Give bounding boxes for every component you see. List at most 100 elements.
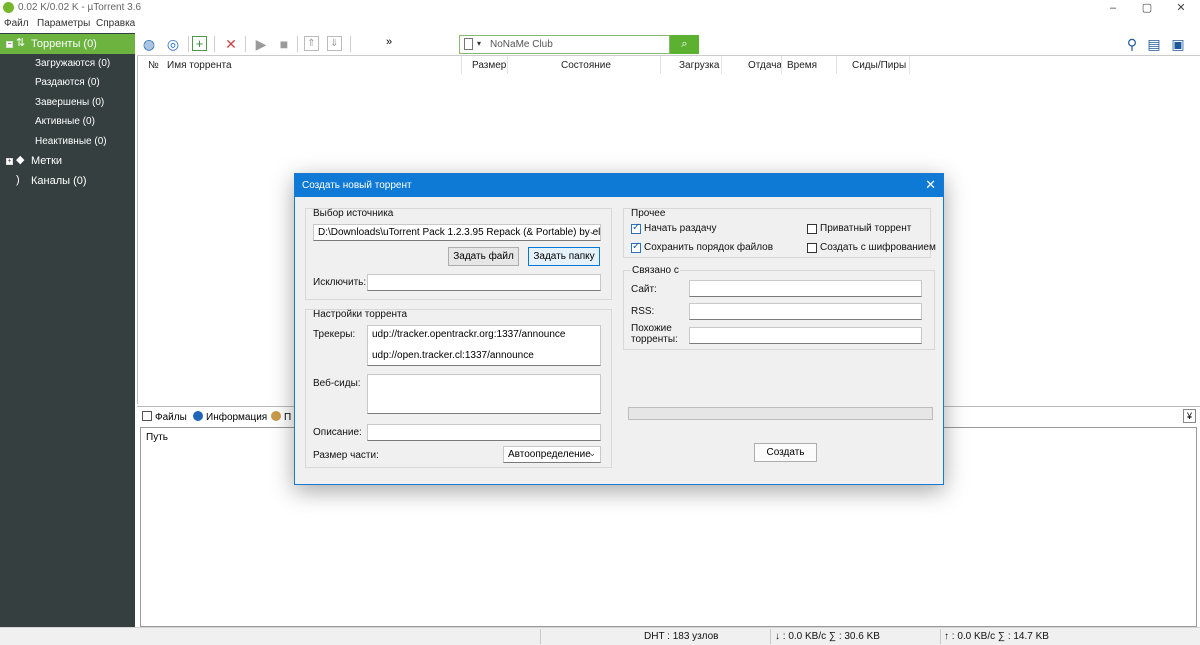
more-toolbar-icon[interactable]: » [380,33,398,51]
tab-files-label: Файлы [155,412,187,423]
collapse-panel-button[interactable]: ¥ [1183,409,1196,423]
column-path[interactable]: Путь [146,432,168,443]
site-field[interactable] [689,280,922,297]
column-download[interactable]: Загрузка [679,60,719,71]
tracker-line: udp://open.tracker.cl:1337/announce [372,350,534,361]
search-provider-icon[interactable] [464,38,473,50]
webseeds-field[interactable] [367,374,601,414]
dialog-title: Создать новый торрент [302,180,412,191]
dialog-close-button[interactable]: ✕ [925,177,936,193]
status-dht: DHT : 183 узлов [644,631,719,642]
column-eta[interactable]: Время [787,60,817,71]
toolbar-divider [214,36,215,52]
trackers-field[interactable]: udp://tracker.opentrackr.org:1337/announ… [367,325,601,366]
column-divider[interactable] [781,56,782,74]
encrypted-label[interactable]: Создать с шифрованием [820,242,936,253]
utorrent-logo-icon [3,2,14,13]
create-button[interactable]: Создать [754,443,817,462]
collapse-icon[interactable]: − [6,41,13,48]
menu-help[interactable]: Справка [96,18,135,29]
similar-field[interactable] [689,327,922,344]
similar-label-line2: торренты: [631,334,678,345]
sidebar-item-seeding[interactable]: Раздаются (0) [35,77,100,88]
private-torrent-checkbox[interactable] [807,224,817,234]
files-icon [142,411,152,421]
info-icon [193,411,203,421]
column-divider[interactable] [721,56,722,74]
tab-files[interactable]: Файлы [142,411,187,423]
column-divider[interactable] [461,56,462,74]
other-group-label: Прочее [631,208,666,219]
rss-field[interactable] [689,303,922,320]
sidebar-item-labels[interactable]: Метки [31,155,62,167]
add-torrent-icon[interactable]: + [192,36,207,51]
search-provider-text: NoNaMe Club [490,39,553,50]
expand-icon[interactable]: + [6,158,13,165]
column-divider[interactable] [507,56,508,74]
add-folder-button[interactable]: Задать папку [528,247,600,266]
status-divider [770,629,771,644]
encrypted-checkbox[interactable] [807,243,817,253]
add-torrent-url-icon[interactable]: ◍ [140,35,158,53]
tab-peers[interactable]: П [271,411,291,423]
search-button[interactable]: ⌕ [670,35,699,54]
start-seeding-checkbox[interactable] [631,222,641,234]
source-group-label: Выбор источника [313,208,394,219]
move-up-icon[interactable]: ⇑ [304,36,319,51]
minimize-button[interactable]: – [1098,1,1128,15]
remove-icon[interactable]: ✕ [222,35,240,53]
sidebar-item-feeds[interactable]: Каналы (0) [31,175,87,187]
status-upload[interactable]: ↑ : 0.0 KB/с ∑ : 14.7 KB [944,631,1049,642]
comment-field[interactable] [367,424,601,441]
sidebar-item-downloading[interactable]: Загружаются (0) [35,58,110,69]
create-torrent-icon[interactable]: ◎ [164,35,182,53]
menu-options[interactable]: Параметры [37,18,90,29]
private-torrent-label[interactable]: Приватный торрент [820,223,911,234]
menu-file[interactable]: Файл [4,18,29,29]
column-divider[interactable] [909,56,910,74]
chevron-down-icon[interactable]: ▾ [477,39,481,48]
sidebar-item-completed[interactable]: Завершены (0) [35,97,104,108]
source-path-select[interactable]: D:\Downloads\uTorrent Pack 1.2.3.95 Repa… [313,224,601,241]
add-file-button[interactable]: Задать файл [448,247,519,266]
column-divider[interactable] [660,56,661,74]
toolbar: ◍ ◎ + ✕ ▶ ■ ⇑ ⇓ » ▾ NoNaMe Club ⌕ ⚲ ▤ ▣ [135,33,1200,54]
start-seeding-label[interactable]: Начать раздачу [644,223,716,234]
toolbar-divider [245,36,246,52]
column-number[interactable]: № [148,60,159,71]
sidebar-item-torrents[interactable]: − ⇅ Торренты (0) [0,34,135,54]
search-input[interactable]: ▾ NoNaMe Club [459,35,670,54]
column-divider[interactable] [836,56,837,74]
preserve-order-checkbox[interactable] [631,241,641,253]
maximize-button[interactable]: ▢ [1132,1,1162,15]
tab-info[interactable]: Информация [193,411,267,423]
transfer-arrows-icon: ⇅ [16,37,26,49]
column-upload[interactable]: Отдача [748,60,782,71]
column-size[interactable]: Размер [472,60,506,71]
search-icon: ⌕ [681,38,688,50]
status-download[interactable]: ↓ : 0.0 KB/с ∑ : 30.6 KB [775,631,880,642]
sidebar-item-active[interactable]: Активные (0) [35,116,95,127]
stop-icon[interactable]: ■ [275,35,293,53]
create-progress-bar [628,407,933,420]
source-path-value: D:\Downloads\uTorrent Pack 1.2.3.95 Repa… [318,227,601,238]
column-status[interactable]: Состояние [561,60,611,71]
column-name[interactable]: Имя торрента [167,60,232,71]
remote-icon[interactable]: ▤ [1145,35,1163,53]
links-group-label: Связано с [631,265,680,276]
exclude-field[interactable] [367,274,601,291]
sidebar-item-inactive[interactable]: Неактивные (0) [35,136,107,147]
tracker-line: udp://tracker.opentrackr.org:1337/announ… [372,329,566,340]
start-icon[interactable]: ▶ [252,35,270,53]
preserve-order-label[interactable]: Сохранить порядок файлов [644,242,773,253]
comment-label: Описание: [313,427,362,438]
piece-size-select[interactable]: Автоопределение ⌄ [503,446,601,463]
toolbar-divider [188,36,189,52]
find-icon[interactable]: ⚲ [1123,35,1141,53]
toolbar-divider [297,36,298,52]
rss-label: RSS: [631,306,655,317]
close-window-button[interactable]: ✕ [1166,1,1196,15]
move-down-icon[interactable]: ⇓ [327,36,342,51]
settings-icon[interactable]: ▣ [1169,35,1187,53]
column-seeds-peers[interactable]: Сиды/Пиры [852,60,906,71]
